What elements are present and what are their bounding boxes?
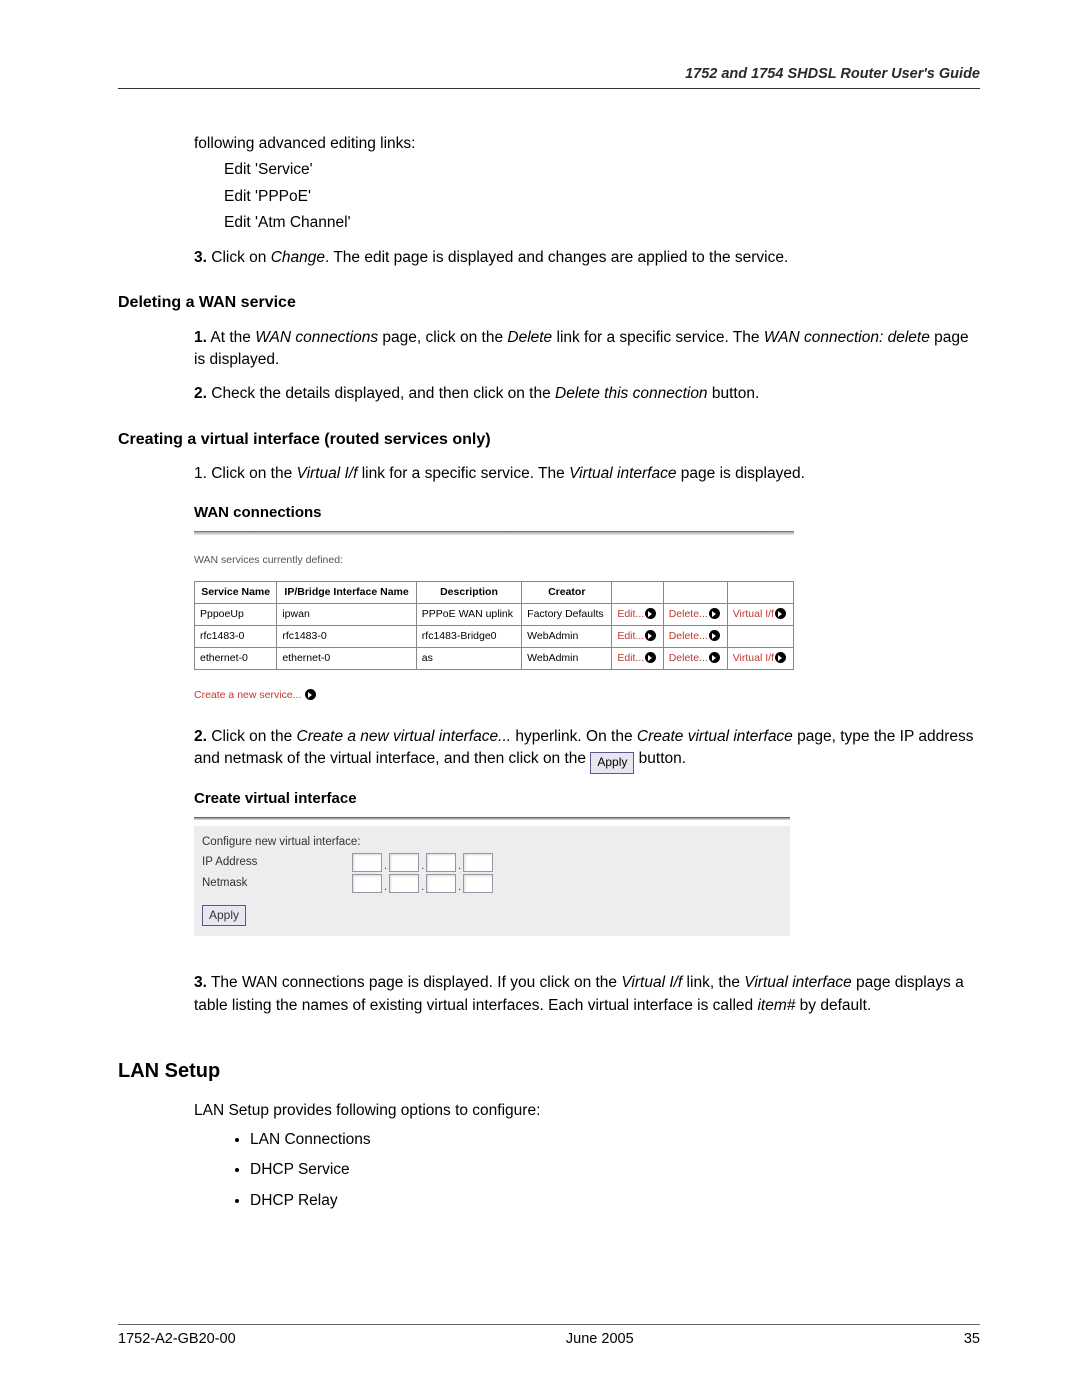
ip-octet-field[interactable] bbox=[426, 853, 456, 872]
wan-subtitle: WAN services currently defined: bbox=[194, 553, 794, 568]
cvi-title: Create virtual interface bbox=[194, 788, 790, 810]
ip-octet-field[interactable] bbox=[389, 874, 419, 893]
ip-octet-field[interactable] bbox=[352, 853, 382, 872]
col-interface-name: IP/Bridge Interface Name bbox=[277, 581, 416, 603]
step-3-change: 3. Click on Change. The edit page is dis… bbox=[194, 247, 980, 269]
delete-step-1: 1. At the WAN connections page, click on… bbox=[194, 327, 980, 372]
arrow-icon bbox=[709, 652, 720, 663]
delete-link[interactable]: Delete... bbox=[669, 652, 708, 664]
arrow-icon bbox=[775, 608, 786, 619]
arrow-icon bbox=[709, 608, 720, 619]
heading-lan-setup: LAN Setup bbox=[118, 1057, 980, 1086]
cvi-config-line: Configure new virtual interface: bbox=[202, 834, 782, 851]
intro-line: following advanced editing links: bbox=[194, 133, 980, 155]
edit-link-atm: Edit 'Atm Channel' bbox=[194, 212, 980, 234]
page-footer: 1752-A2-GB20-00 June 2005 35 bbox=[118, 1324, 980, 1347]
netmask-label: Netmask bbox=[202, 875, 352, 892]
apply-button-inline: Apply bbox=[590, 752, 634, 773]
edit-link-service: Edit 'Service' bbox=[194, 159, 980, 181]
table-row: PppoeUp ipwan PPPoE WAN uplink Factory D… bbox=[195, 603, 794, 625]
ip-address-label: IP Address bbox=[202, 854, 352, 871]
arrow-icon bbox=[645, 608, 656, 619]
edit-link-pppoe: Edit 'PPPoE' bbox=[194, 186, 980, 208]
lan-intro: LAN Setup provides following options to … bbox=[194, 1100, 980, 1122]
netmask-input[interactable]: . . . bbox=[352, 874, 493, 893]
create-service-row: Create a new service... bbox=[194, 688, 794, 703]
virtual-step-3: 3. The WAN connections page is displayed… bbox=[194, 972, 980, 1017]
table-row: ethernet-0 ethernet-0 as WebAdmin Edit..… bbox=[195, 648, 794, 670]
virtual-if-link[interactable]: Virtual I/f bbox=[733, 652, 774, 664]
footer-doc-id: 1752-A2-GB20-00 bbox=[118, 1331, 236, 1347]
table-header-row: Service Name IP/Bridge Interface Name De… bbox=[195, 581, 794, 603]
col-creator: Creator bbox=[522, 581, 612, 603]
wan-table: Service Name IP/Bridge Interface Name De… bbox=[194, 581, 794, 671]
create-virtual-interface-screenshot: Create virtual interface Configure new v… bbox=[194, 788, 790, 937]
wan-title: WAN connections bbox=[194, 502, 794, 524]
divider bbox=[194, 817, 790, 820]
ip-octet-field[interactable] bbox=[389, 853, 419, 872]
ip-octet-field[interactable] bbox=[426, 874, 456, 893]
list-item: LAN Connections bbox=[250, 1129, 980, 1151]
arrow-icon bbox=[709, 630, 720, 641]
wan-connections-screenshot: WAN connections WAN services currently d… bbox=[194, 502, 794, 704]
virtual-step-2: 2. Click on the Create a new virtual int… bbox=[194, 726, 980, 774]
col-description: Description bbox=[416, 581, 521, 603]
virtual-step-1: 1. Click on the Virtual I/f link for a s… bbox=[194, 463, 980, 485]
ip-address-input[interactable]: . . . bbox=[352, 853, 493, 872]
delete-step-2: 2. Check the details displayed, and then… bbox=[194, 383, 980, 405]
cvi-panel: Configure new virtual interface: IP Addr… bbox=[194, 826, 790, 936]
delete-link[interactable]: Delete... bbox=[669, 608, 708, 620]
footer-date: June 2005 bbox=[566, 1331, 634, 1347]
running-header: 1752 and 1754 SHDSL Router User's Guide bbox=[118, 66, 980, 89]
footer-page-number: 35 bbox=[964, 1331, 980, 1347]
ip-octet-field[interactable] bbox=[352, 874, 382, 893]
arrow-icon bbox=[645, 630, 656, 641]
virtual-if-link[interactable]: Virtual I/f bbox=[733, 608, 774, 620]
arrow-icon bbox=[775, 652, 786, 663]
list-item: DHCP Relay bbox=[250, 1190, 980, 1212]
delete-link[interactable]: Delete... bbox=[669, 630, 708, 642]
table-row: rfc1483-0 rfc1483-0 rfc1483-Bridge0 WebA… bbox=[195, 626, 794, 648]
col-service-name: Service Name bbox=[195, 581, 277, 603]
lan-options-list: LAN Connections DHCP Service DHCP Relay bbox=[194, 1129, 980, 1212]
edit-link[interactable]: Edit... bbox=[617, 608, 644, 620]
apply-button[interactable]: Apply bbox=[202, 905, 246, 926]
create-service-link[interactable]: Create a new service... bbox=[194, 689, 301, 701]
arrow-icon bbox=[305, 689, 316, 700]
heading-creating-virtual: Creating a virtual interface (routed ser… bbox=[118, 428, 980, 451]
ip-octet-field[interactable] bbox=[463, 853, 493, 872]
divider bbox=[194, 531, 794, 535]
ip-octet-field[interactable] bbox=[463, 874, 493, 893]
heading-deleting-wan: Deleting a WAN service bbox=[118, 291, 980, 314]
edit-link[interactable]: Edit... bbox=[617, 630, 644, 642]
arrow-icon bbox=[645, 652, 656, 663]
list-item: DHCP Service bbox=[250, 1159, 980, 1181]
edit-link[interactable]: Edit... bbox=[617, 652, 644, 664]
